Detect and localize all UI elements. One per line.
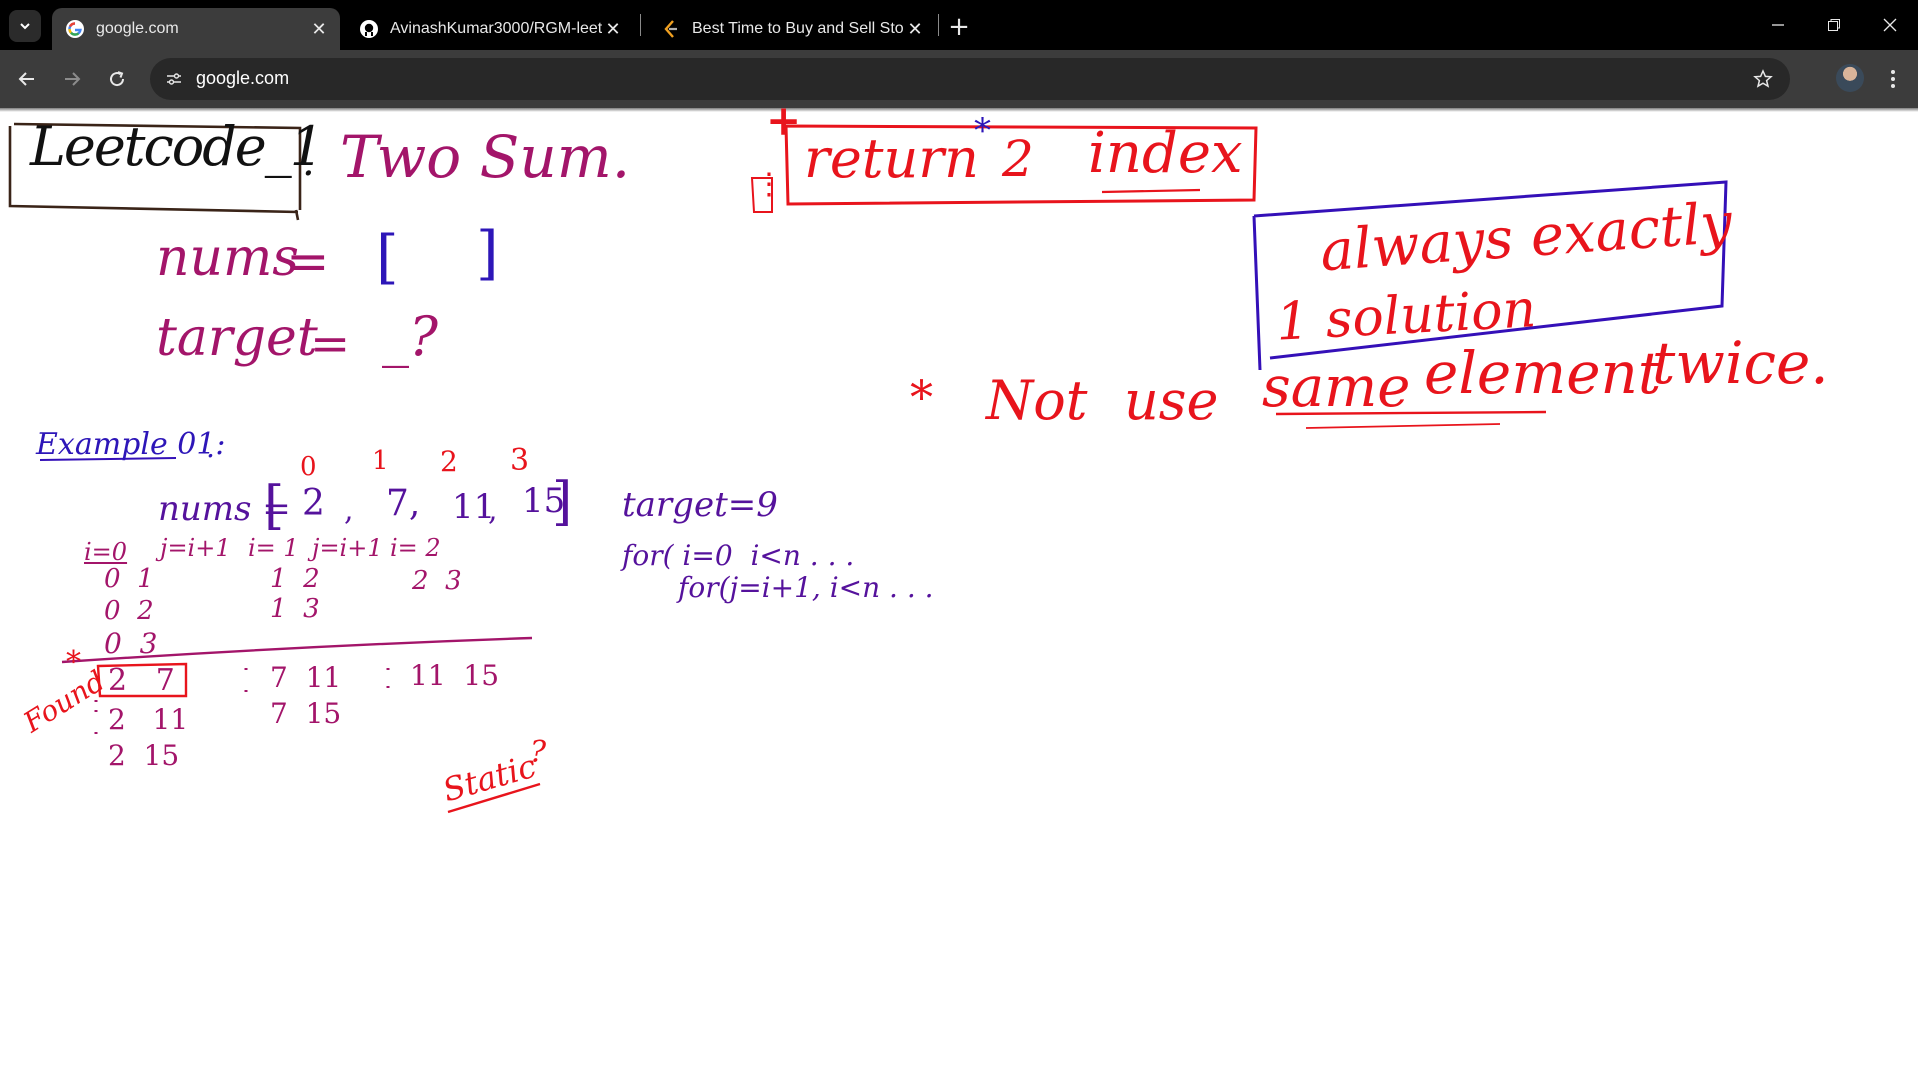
- google-g-icon: [64, 18, 86, 40]
- reload-button[interactable]: [100, 62, 134, 96]
- nums-close-bracket: ]: [476, 219, 499, 287]
- github-icon: [358, 18, 380, 40]
- close-tab-icon[interactable]: ✕: [904, 18, 926, 40]
- same-element-underline-2: [1305, 423, 1501, 429]
- value-pair-2-15: 2 15: [108, 739, 180, 772]
- index-3: 3: [510, 443, 530, 478]
- chevron-down-icon: [20, 23, 30, 30]
- minimize-icon: [1772, 24, 1784, 26]
- loop-header-i1: i= 1: [248, 534, 299, 562]
- not-text: Not: [986, 369, 1088, 432]
- minimize-button[interactable]: [1758, 8, 1798, 42]
- index-0: 0: [300, 452, 317, 482]
- not-star: *: [910, 370, 933, 424]
- site-info-icon[interactable]: [160, 65, 188, 93]
- same-text: same: [1262, 355, 1411, 420]
- pair-1-2: 1 2: [270, 564, 320, 594]
- tab-google[interactable]: google.com ✕: [52, 8, 340, 50]
- example-heading: Example 01:: [36, 427, 226, 462]
- value-pair-7-15: 7 15: [270, 697, 342, 730]
- target-value: _?: [382, 305, 438, 368]
- loop-header-j1: j=i+1: [312, 534, 383, 562]
- pair-0-2: 0 2: [104, 596, 154, 626]
- url-text: google.com: [196, 68, 290, 88]
- target-label: target: [156, 308, 318, 368]
- example-num-2: 2: [302, 483, 325, 524]
- browser-toolbar: google.com: [0, 50, 1918, 108]
- static-question: ?: [530, 735, 547, 770]
- title-box-text: Leetcode_1: [30, 115, 324, 178]
- tab-title: google.com: [96, 20, 179, 37]
- return-count: 2: [1002, 130, 1034, 188]
- example-target: target=9: [622, 485, 778, 525]
- loop-header-i2: i= 2: [390, 534, 441, 562]
- new-tab-button[interactable]: +: [944, 12, 974, 42]
- example-close-bracket: ]: [552, 472, 573, 532]
- index-1: 1: [372, 446, 389, 476]
- pair-0-1: 0 1: [104, 564, 154, 594]
- back-button[interactable]: [10, 62, 44, 96]
- profile-avatar[interactable]: [1836, 64, 1864, 92]
- more-vertical-icon: [1891, 70, 1895, 88]
- tab-strip: google.com ✕ AvinashKumar3000/RGM-leetco…: [0, 0, 1918, 50]
- return-text: return: [804, 127, 979, 190]
- title-dot: .: [302, 139, 315, 185]
- found-pair: 2 7: [108, 663, 175, 698]
- use-text: use: [1124, 369, 1219, 432]
- loop-header-i0: i=0: [84, 538, 128, 566]
- twice-text: twice.: [1652, 329, 1829, 397]
- pair-1-3: 1 3: [270, 594, 320, 624]
- value-pair-7-11: 7 11: [270, 661, 342, 694]
- example-comma: ,: [488, 493, 498, 528]
- close-tab-icon[interactable]: ✕: [602, 18, 624, 40]
- nums-open-bracket: [: [376, 223, 399, 291]
- target-equals: =: [310, 316, 351, 372]
- element-text: element: [1424, 339, 1662, 407]
- nums-equals: =: [286, 232, 330, 292]
- arrow-left-icon: [18, 72, 34, 86]
- index-2: 2: [440, 445, 458, 478]
- return-plus: +: [766, 96, 802, 145]
- bookmark-star-icon[interactable]: [1750, 66, 1776, 92]
- arrow-right-icon: [65, 72, 81, 86]
- tab-separator: [640, 14, 641, 36]
- example-num-7: 7,: [386, 483, 421, 524]
- tab-search-button[interactable]: [9, 10, 41, 42]
- close-icon: [1883, 18, 1897, 32]
- value-pair-2-11: 2 11: [108, 703, 189, 736]
- whiteboard-canvas[interactable]: Leetcode_1 . Two Sum. + ⋮ return * 2 ind…: [0, 100, 1918, 1078]
- nums-label: nums: [156, 228, 299, 288]
- example-open-bracket: [: [264, 476, 285, 536]
- value-pair-11-15: 11 15: [410, 659, 500, 692]
- pair-0-3: 0 3: [104, 627, 158, 660]
- return-star: *: [974, 111, 991, 151]
- tab-title: Best Time to Buy and Sell Stock: [692, 20, 904, 37]
- browser-menu-button[interactable]: [1878, 62, 1908, 96]
- reload-icon: [110, 71, 125, 87]
- forward-button[interactable]: [55, 62, 89, 96]
- tab-separator: [938, 14, 939, 36]
- example-comma: ,: [344, 493, 354, 528]
- tab-leetcode[interactable]: Best Time to Buy and Sell Stock ✕: [648, 8, 936, 50]
- restore-icon: [1828, 19, 1840, 31]
- found-star: *: [66, 645, 81, 680]
- return-index: index: [1088, 121, 1243, 186]
- tab-title: AvinashKumar3000/RGM-leetco: [390, 20, 602, 37]
- for-inner-loop: for(j=i+1, i<n . . .: [678, 571, 934, 604]
- index-underline: [1101, 188, 1201, 194]
- for-outer-loop: for( i=0 i<n . . .: [622, 539, 855, 572]
- leetcode-icon: [660, 18, 682, 40]
- example-heading-dot: .: [206, 431, 215, 464]
- pair-2-3: 2 3: [412, 566, 462, 596]
- problem-title: Two Sum.: [340, 123, 631, 191]
- close-window-button[interactable]: [1870, 8, 1910, 42]
- plus-icon: +: [948, 12, 970, 42]
- loop-header-j0: j=i+1: [160, 534, 231, 562]
- tab-github[interactable]: AvinashKumar3000/RGM-leetco ✕: [346, 8, 634, 50]
- close-tab-icon[interactable]: ✕: [308, 18, 330, 40]
- return-marker: ⋮: [754, 167, 784, 202]
- restore-button[interactable]: [1814, 8, 1854, 42]
- address-bar[interactable]: google.com: [150, 58, 1790, 100]
